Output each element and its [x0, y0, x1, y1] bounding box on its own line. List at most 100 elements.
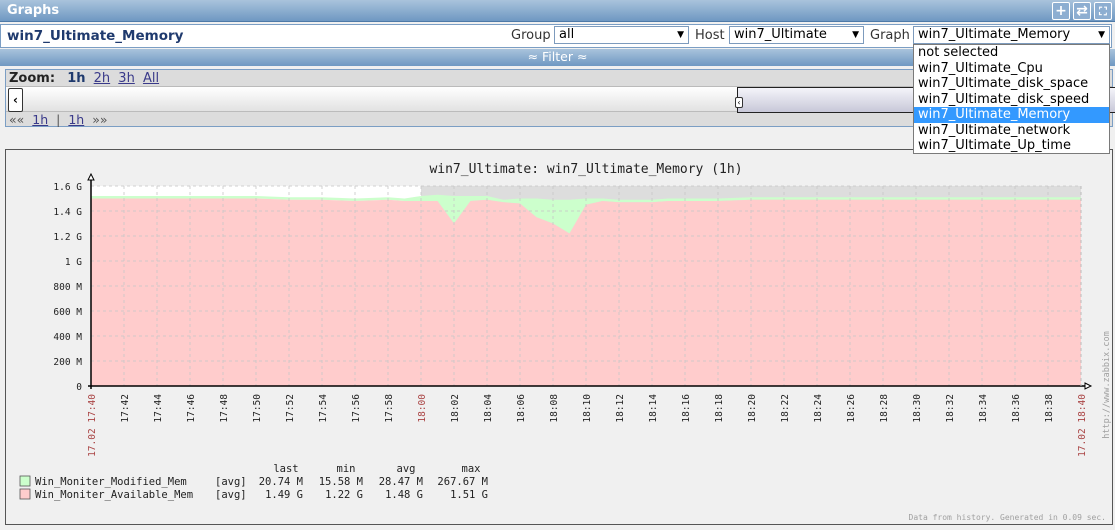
x-tick-label: 17:46 [186, 394, 197, 423]
y-tick-label: 1.6 G [53, 182, 82, 193]
period-nav: «« 1h | 1h »» [9, 112, 108, 127]
plus-icon[interactable]: + [1052, 2, 1070, 20]
x-tick-label: 17:52 [285, 394, 296, 423]
legend-series-name: Win_Moniter_Available_Mem [35, 489, 193, 501]
x-tick-label: 18:18 [714, 394, 725, 423]
legend-header: min [337, 463, 356, 475]
x-tick-label: 18:06 [516, 394, 527, 423]
legend-value: 1.51 G [450, 489, 488, 501]
chart-title: win7_Ultimate: win7_Ultimate_Memory (1h) [429, 162, 742, 177]
x-tick-label: 18:36 [1011, 394, 1022, 423]
x-tick-label: 18:26 [846, 394, 857, 423]
x-axis-arrow-icon [1084, 382, 1093, 390]
x-tick-label: 17:50 [252, 394, 263, 423]
legend-swatch [19, 488, 31, 500]
scroll-left-button[interactable]: ‹ [8, 88, 23, 112]
chevron-down-icon: ▼ [677, 30, 684, 40]
y-axis-arrow-icon [87, 172, 95, 181]
y-tick-label: 1.4 G [53, 207, 82, 218]
x-tick-label: 17:42 [120, 394, 131, 423]
legend-value: 15.58 M [319, 476, 363, 488]
filter-label: ≈ Filter ≈ [527, 49, 588, 64]
group-select[interactable]: all ▼ [554, 26, 689, 44]
y-tick-label: 600 M [53, 307, 82, 318]
x-tick-label: 18:02 [450, 394, 461, 423]
chevron-down-icon: ▼ [852, 30, 859, 40]
x-tick-label: 18:38 [1044, 394, 1055, 423]
memory-chart: win7_Ultimate: win7_Ultimate_Memory (1h)… [19, 162, 1112, 522]
x-tick-label: 18:32 [945, 394, 956, 423]
graph-panel: win7_Ultimate: win7_Ultimate_Memory (1h)… [5, 149, 1113, 525]
legend-header: avg [397, 463, 416, 475]
zoom-label: Zoom: [9, 71, 56, 86]
x-tick-label: 18:10 [582, 394, 593, 423]
zabbix-watermark: http://www.zabbix.com [1102, 331, 1112, 438]
page-title: win7_Ultimate_Memory [7, 28, 184, 44]
zoom-2h-link[interactable]: 2h [94, 71, 111, 86]
generation-footer: Data from history. Generated in 0.09 sec… [909, 513, 1106, 522]
host-select[interactable]: win7_Ultimate ▼ [729, 26, 864, 44]
legend-func: [avg] [215, 489, 247, 501]
x-tick-label: 17:48 [219, 394, 230, 423]
dropdown-option[interactable]: win7_Ultimate_disk_speed [914, 92, 1109, 108]
legend-header: last [273, 463, 298, 475]
legend-value: 267.67 M [437, 476, 488, 488]
legend-func: [avg] [215, 476, 247, 488]
x-tick-label: 17:44 [153, 394, 164, 423]
host-select-value: win7_Ultimate [734, 27, 827, 42]
y-tick-label: 800 M [53, 282, 82, 293]
x-tick-label: 18:28 [879, 394, 890, 423]
nav-separator: | [56, 112, 61, 127]
graph-select[interactable]: win7_Ultimate_Memory ▼ [913, 26, 1110, 44]
x-tick-label: 17.02 17:40 [87, 394, 98, 457]
host-label: Host [695, 28, 725, 43]
x-tick-label: 17.02 18:40 [1077, 394, 1088, 457]
dropdown-option[interactable]: win7_Ultimate_Cpu [914, 61, 1109, 77]
zoom-all-link[interactable]: All [143, 71, 159, 86]
fullscreen-icon[interactable]: ⛶ [1094, 2, 1112, 20]
header-buttons: + ⇄ ⛶ [1052, 2, 1112, 20]
zoom-3h-link[interactable]: 3h [118, 71, 135, 86]
group-select-value: all [559, 27, 575, 42]
y-tick-label: 200 M [53, 357, 82, 368]
dropdown-option[interactable]: win7_Ultimate_network [914, 123, 1109, 139]
chevron-left-icon: ‹ [13, 93, 18, 107]
dropdown-option[interactable]: win7_Ultimate_Memory [914, 107, 1109, 123]
dropdown-option[interactable]: win7_Ultimate_Up_time [914, 138, 1109, 154]
chevron-down-icon: ▼ [1098, 30, 1105, 40]
x-tick-label: 18:20 [747, 394, 758, 423]
y-tick-label: 0 [76, 382, 82, 393]
legend-series-name: Win_Moniter_Modified_Mem [35, 476, 187, 488]
x-tick-label: 18:00 [417, 394, 428, 423]
legend-value: 1.22 G [325, 489, 363, 501]
y-tick-label: 400 M [53, 332, 82, 343]
legend-value: 28.47 M [379, 476, 423, 488]
refresh-icon[interactable]: ⇄ [1073, 2, 1091, 20]
y-tick-label: 1 G [65, 257, 82, 268]
x-tick-label: 18:08 [549, 394, 560, 423]
x-tick-label: 18:16 [681, 394, 692, 423]
x-tick-label: 17:56 [351, 394, 362, 423]
series-area-available-mem [91, 198, 1081, 386]
page-header: Graphs + ⇄ ⛶ [0, 0, 1115, 22]
graph-dropdown-list[interactable]: not selected win7_Ultimate_Cpu win7_Ultima… [913, 44, 1110, 154]
nav-back-1h-link[interactable]: 1h [32, 112, 48, 127]
x-tick-label: 18:04 [483, 394, 494, 423]
zoom-row: Zoom: 1h 2h 3h All [9, 71, 159, 86]
dropdown-option[interactable]: not selected [914, 45, 1109, 61]
x-tick-label: 18:14 [648, 394, 659, 423]
period-resize-handle[interactable]: ‹ [735, 97, 743, 108]
header-title: Graphs [7, 3, 60, 18]
x-tick-label: 18:34 [978, 394, 989, 423]
dropdown-option[interactable]: win7_Ultimate_disk_space [914, 76, 1109, 92]
x-tick-label: 18:30 [912, 394, 923, 423]
nav-back-icon[interactable]: «« [9, 112, 28, 127]
nav-forward-icon[interactable]: »» [92, 112, 107, 127]
graph-select-value: win7_Ultimate_Memory [918, 27, 1071, 42]
legend-value: 1.49 G [265, 489, 303, 501]
y-tick-label: 1.2 G [53, 232, 82, 243]
x-tick-label: 17:58 [384, 394, 395, 423]
nav-forward-1h-link[interactable]: 1h [68, 112, 84, 127]
legend-value: 1.48 G [385, 489, 423, 501]
legend-swatch [19, 475, 31, 487]
